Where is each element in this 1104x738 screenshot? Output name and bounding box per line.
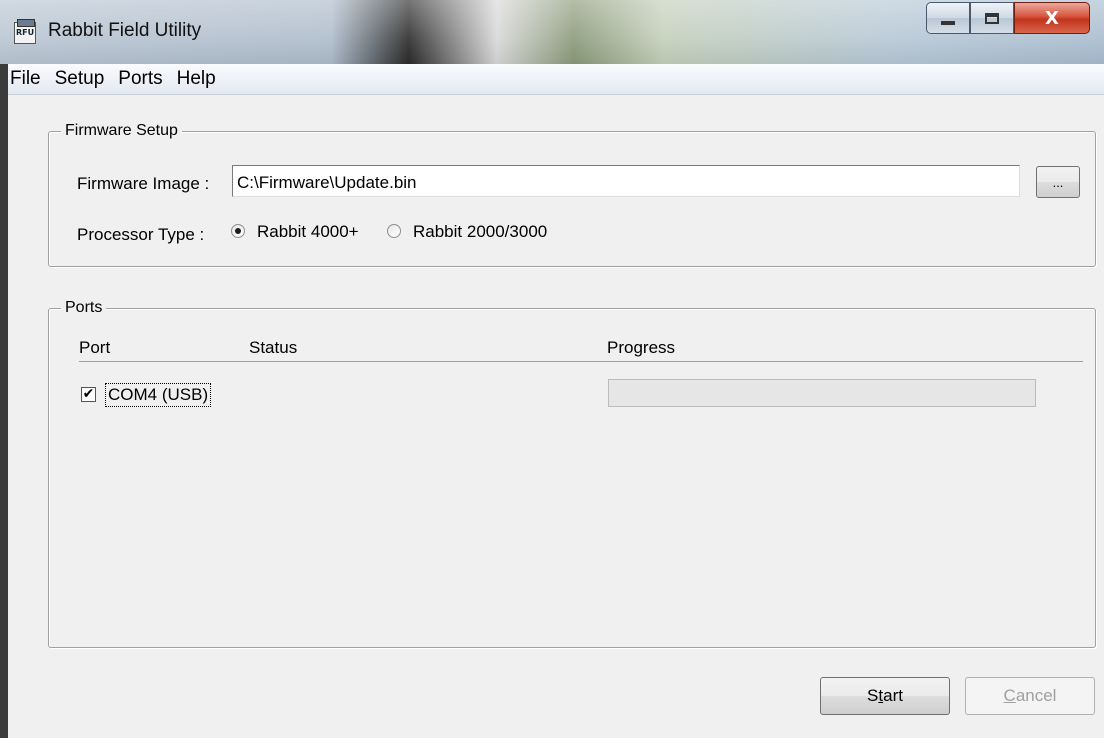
window-controls: X xyxy=(926,2,1090,36)
port-name[interactable]: COM4 (USB) xyxy=(105,383,212,407)
processor-type-label: Processor Type : xyxy=(77,225,205,244)
firmware-image-label: Firmware Image : xyxy=(77,174,210,193)
menu-file[interactable]: File xyxy=(8,64,48,94)
maximize-button[interactable] xyxy=(970,2,1014,34)
maximize-icon xyxy=(985,12,999,24)
close-button[interactable]: X xyxy=(1014,2,1090,34)
column-header-status[interactable]: Status xyxy=(249,338,297,358)
close-icon: X xyxy=(1045,7,1059,29)
radio-rabbit-4000-label[interactable]: Rabbit 4000+ xyxy=(257,222,359,242)
ports-group: Ports Port Status Progress ✔ COM4 (USB) xyxy=(48,299,1096,648)
minimize-icon xyxy=(941,21,955,25)
radio-rabbit-2000-3000[interactable] xyxy=(387,224,401,238)
column-header-progress[interactable]: Progress xyxy=(607,338,675,358)
browse-button[interactable]: ... xyxy=(1036,166,1080,198)
start-label-prefix: S xyxy=(867,686,879,705)
menu-help[interactable]: Help xyxy=(170,64,223,94)
port-checkbox[interactable]: ✔ xyxy=(81,387,96,402)
title-bar[interactable]: RFU Rabbit Field Utility X xyxy=(0,0,1104,64)
radio-rabbit-2000-3000-label[interactable]: Rabbit 2000/3000 xyxy=(413,222,547,242)
window-left-border xyxy=(0,64,8,738)
header-divider xyxy=(79,361,1083,362)
cancel-button[interactable]: Cancel xyxy=(965,677,1095,715)
column-header-port[interactable]: Port xyxy=(79,338,110,358)
cancel-label-mnemonic: C xyxy=(1003,686,1016,705)
port-progress-bar xyxy=(608,379,1036,407)
menu-ports[interactable]: Ports xyxy=(111,64,169,94)
start-button[interactable]: St art xyxy=(820,677,950,715)
minimize-button[interactable] xyxy=(926,2,970,34)
cancel-label-suffix: ancel xyxy=(1015,686,1057,705)
menu-bar: File Setup Ports Help xyxy=(8,64,1104,95)
app-window: RFU Rabbit Field Utility X File Setup Po… xyxy=(0,0,1104,738)
ports-legend: Ports xyxy=(61,299,107,317)
app-icon[interactable]: RFU xyxy=(14,19,36,44)
start-label-suffix: art xyxy=(883,686,903,705)
firmware-setup-legend: Firmware Setup xyxy=(61,122,182,140)
firmware-image-input[interactable] xyxy=(232,165,1020,197)
firmware-setup-group: Firmware Setup Firmware Image : ... Proc… xyxy=(48,122,1096,267)
radio-rabbit-4000[interactable] xyxy=(231,224,245,238)
window-title: Rabbit Field Utility xyxy=(48,20,202,41)
client-area: File Setup Ports Help Firmware Setup Fir… xyxy=(0,64,1104,738)
menu-setup[interactable]: Setup xyxy=(48,64,112,94)
